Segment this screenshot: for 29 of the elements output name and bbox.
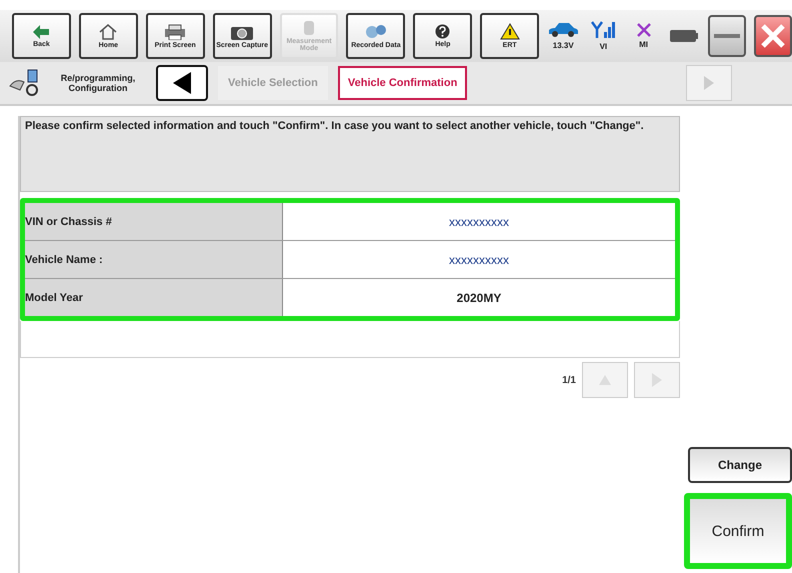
house-icon <box>99 24 118 40</box>
screen-title: Re/programming, Configuration <box>60 73 136 93</box>
reprogramming-icon <box>8 68 40 98</box>
printer-icon <box>164 24 186 40</box>
table-cell: Model Year <box>25 279 283 316</box>
back-button[interactable] <box>156 65 208 101</box>
close-button[interactable] <box>754 15 792 57</box>
table-cell: VIN or Chassis # <box>25 203 283 240</box>
signal-icon <box>591 21 616 39</box>
battery-icon <box>670 30 698 42</box>
status-label: 13.3V <box>552 41 574 50</box>
triangle-right-icon <box>704 76 714 90</box>
minimize-button[interactable] <box>708 15 746 57</box>
triangle-left-icon <box>173 72 191 94</box>
cross-icon <box>636 23 651 37</box>
action-button[interactable]: Change <box>688 447 792 483</box>
warning-icon <box>500 23 520 40</box>
arrow-left-icon <box>33 24 50 38</box>
status-label: VI <box>600 42 608 51</box>
page-counter: 1/1 <box>562 374 576 386</box>
car-icon <box>547 22 580 38</box>
minus-bar-icon <box>714 33 740 39</box>
action-button[interactable]: Confirm <box>684 493 792 569</box>
table-cell: Vehicle Name : <box>25 241 283 278</box>
status-label: MI <box>639 40 648 49</box>
close-icon <box>760 23 786 49</box>
step-tab[interactable]: Vehicle Confirmation <box>338 66 468 100</box>
help-icon <box>435 24 450 39</box>
instruction-text: Please confirm selected information and touch "Confirm". In case you want to select another vehicle, touch "Change". <box>20 116 680 192</box>
